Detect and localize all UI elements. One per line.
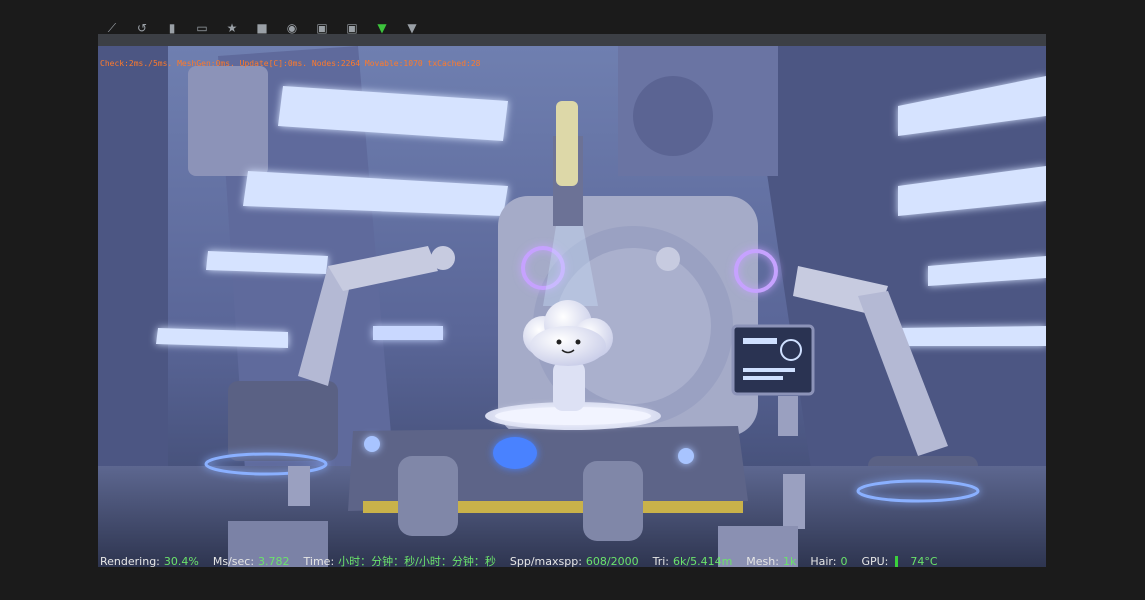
rendering-value: 30.4% — [163, 555, 199, 568]
folder-icon[interactable]: ▭ — [194, 22, 210, 34]
render-viewport[interactable]: Check:2ms./5ms. MeshGen:0ms. Update[C]:0… — [98, 46, 1046, 567]
hair-value: 0 — [840, 555, 848, 568]
rendering-label: Rendering: — [100, 555, 160, 568]
star-icon[interactable]: ★ — [224, 22, 240, 34]
platform-center-light — [493, 437, 537, 469]
gpu-load-bar — [895, 556, 899, 567]
time-value: 小时：分钟：秒/小时：分钟：秒 — [338, 555, 496, 568]
spp-label: Spp/maxspp: — [509, 555, 582, 568]
play-icon[interactable]: ▼ — [374, 22, 390, 34]
ms-per-sec-label: Ms/sec: — [212, 555, 255, 568]
brush-icon[interactable]: ⟋ — [104, 22, 120, 34]
monitor-screen — [731, 324, 815, 396]
mesh-label: Mesh: — [746, 555, 779, 568]
time-label: Time: — [303, 555, 335, 568]
render-status-bar: Rendering: 30.4% Ms/sec: 3.782 Time: 小时：… — [98, 555, 1048, 569]
render-scene — [98, 46, 1046, 567]
spp-value: 608/2000 — [585, 555, 639, 568]
gpu-temp-value: 74°C — [910, 555, 938, 568]
capsule-tube — [556, 101, 578, 186]
tri-label: Tri: — [652, 555, 670, 568]
viewport-toolbar: ⟋ ↺ ▮ ▭ ★ ■ ◉ ▣ ▣ ▼ ▼ — [98, 0, 1052, 34]
ms-per-sec-value: 3.782 — [258, 555, 290, 568]
mesh-value: 1k — [782, 555, 797, 568]
gpu-label: GPU: — [861, 555, 889, 568]
save-icon[interactable]: ▮ — [164, 22, 180, 34]
hair-label: Hair: — [810, 555, 837, 568]
undo-icon[interactable]: ↺ — [134, 22, 150, 34]
tri-value: 6k/5.414m — [673, 555, 733, 568]
camera-icon[interactable]: ▣ — [344, 22, 360, 34]
filter-icon[interactable]: ▼ — [404, 22, 420, 34]
globe-icon[interactable]: ◉ — [284, 22, 300, 34]
cube-icon[interactable]: ■ — [254, 22, 270, 34]
render-viewport-frame: Check:2ms./5ms. MeshGen:0ms. Update[C]:0… — [98, 34, 1046, 567]
image-icon[interactable]: ▣ — [314, 22, 330, 34]
render-stats-overlay: Check:2ms./5ms. MeshGen:0ms. Update[C]:0… — [100, 59, 481, 68]
viewport-header-bar — [98, 34, 1046, 46]
